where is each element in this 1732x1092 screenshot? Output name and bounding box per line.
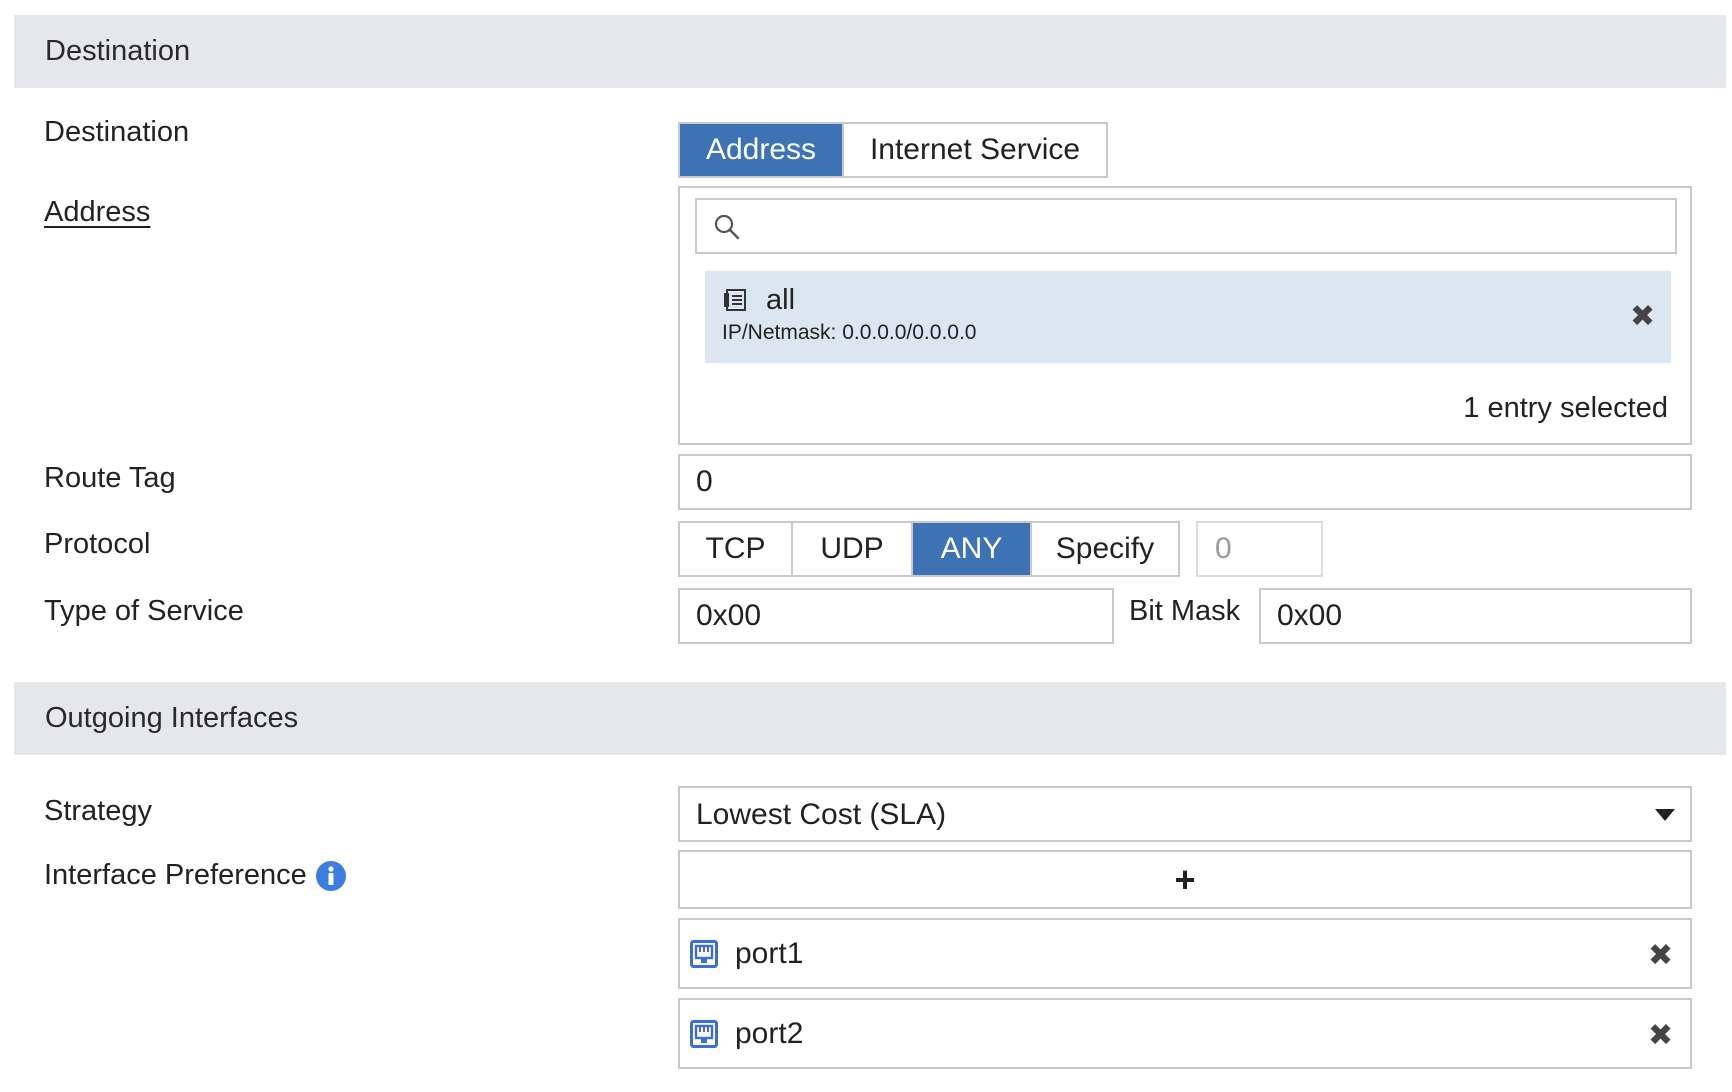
strategy-select[interactable]: Lowest Cost (SLA) — [678, 786, 1692, 842]
address-search-input[interactable] — [753, 204, 1653, 248]
interface-preference-label-group: Interface Preference — [44, 859, 346, 892]
close-icon[interactable]: ✖ — [1630, 302, 1655, 332]
address-selection-count: 1 entry selected — [1463, 392, 1668, 424]
interface-item-label: port1 — [735, 937, 804, 970]
address-entry-detail: IP/Netmask: 0.0.0.0/0.0.0.0 — [722, 321, 977, 344]
bit-mask-label: Bit Mask — [1129, 595, 1241, 627]
destination-type-toggle: Address Internet Service — [678, 122, 1108, 178]
ethernet-port-icon — [690, 940, 718, 968]
address-selector-panel: all IP/Netmask: 0.0.0.0/0.0.0.0 ✖ 1 entr… — [678, 186, 1692, 445]
add-interface-button[interactable]: + — [678, 850, 1692, 909]
section-header-outgoing-interfaces: Outgoing Interfaces — [14, 682, 1726, 755]
strategy-label: Strategy — [44, 795, 152, 827]
bit-mask-input[interactable]: 0x00 — [1259, 588, 1692, 644]
route-tag-input[interactable]: 0 — [678, 454, 1692, 510]
address-label[interactable]: Address — [44, 196, 150, 229]
protocol-option-udp[interactable]: UDP — [791, 523, 911, 575]
destination-label: Destination — [44, 116, 190, 148]
protocol-label: Protocol — [44, 528, 151, 560]
info-icon[interactable] — [315, 860, 346, 891]
interface-item-port1[interactable]: port1 ✖ — [678, 918, 1692, 989]
address-object-icon — [724, 289, 746, 311]
destination-option-address[interactable]: Address — [680, 124, 842, 176]
protocol-option-tcp[interactable]: TCP — [680, 523, 791, 575]
address-entry-name: all — [766, 284, 796, 316]
tos-label: Type of Service — [44, 595, 244, 627]
address-entry-all[interactable]: all IP/Netmask: 0.0.0.0/0.0.0.0 ✖ — [705, 271, 1671, 363]
address-search-field[interactable] — [695, 198, 1677, 254]
destination-option-internet-service[interactable]: Internet Service — [842, 124, 1106, 176]
caret-down-icon — [1655, 809, 1675, 821]
protocol-option-specify[interactable]: Specify — [1030, 523, 1178, 575]
plus-icon: + — [1174, 858, 1196, 900]
search-icon — [714, 214, 740, 240]
interface-item-port2[interactable]: port2 ✖ — [678, 998, 1692, 1069]
close-icon[interactable]: ✖ — [1648, 941, 1673, 971]
section-header-destination: Destination — [14, 15, 1726, 88]
protocol-number-input[interactable]: 0 — [1196, 521, 1323, 577]
close-icon[interactable]: ✖ — [1648, 1021, 1673, 1051]
interface-item-label: port2 — [735, 1017, 804, 1050]
route-tag-label: Route Tag — [44, 462, 176, 494]
tos-input[interactable]: 0x00 — [678, 588, 1114, 644]
protocol-option-any[interactable]: ANY — [911, 523, 1030, 575]
interface-preference-label: Interface Preference — [44, 859, 307, 891]
strategy-selected-value: Lowest Cost (SLA) — [696, 798, 947, 831]
protocol-toggle: TCP UDP ANY Specify — [678, 521, 1180, 577]
ethernet-port-icon — [690, 1020, 718, 1048]
